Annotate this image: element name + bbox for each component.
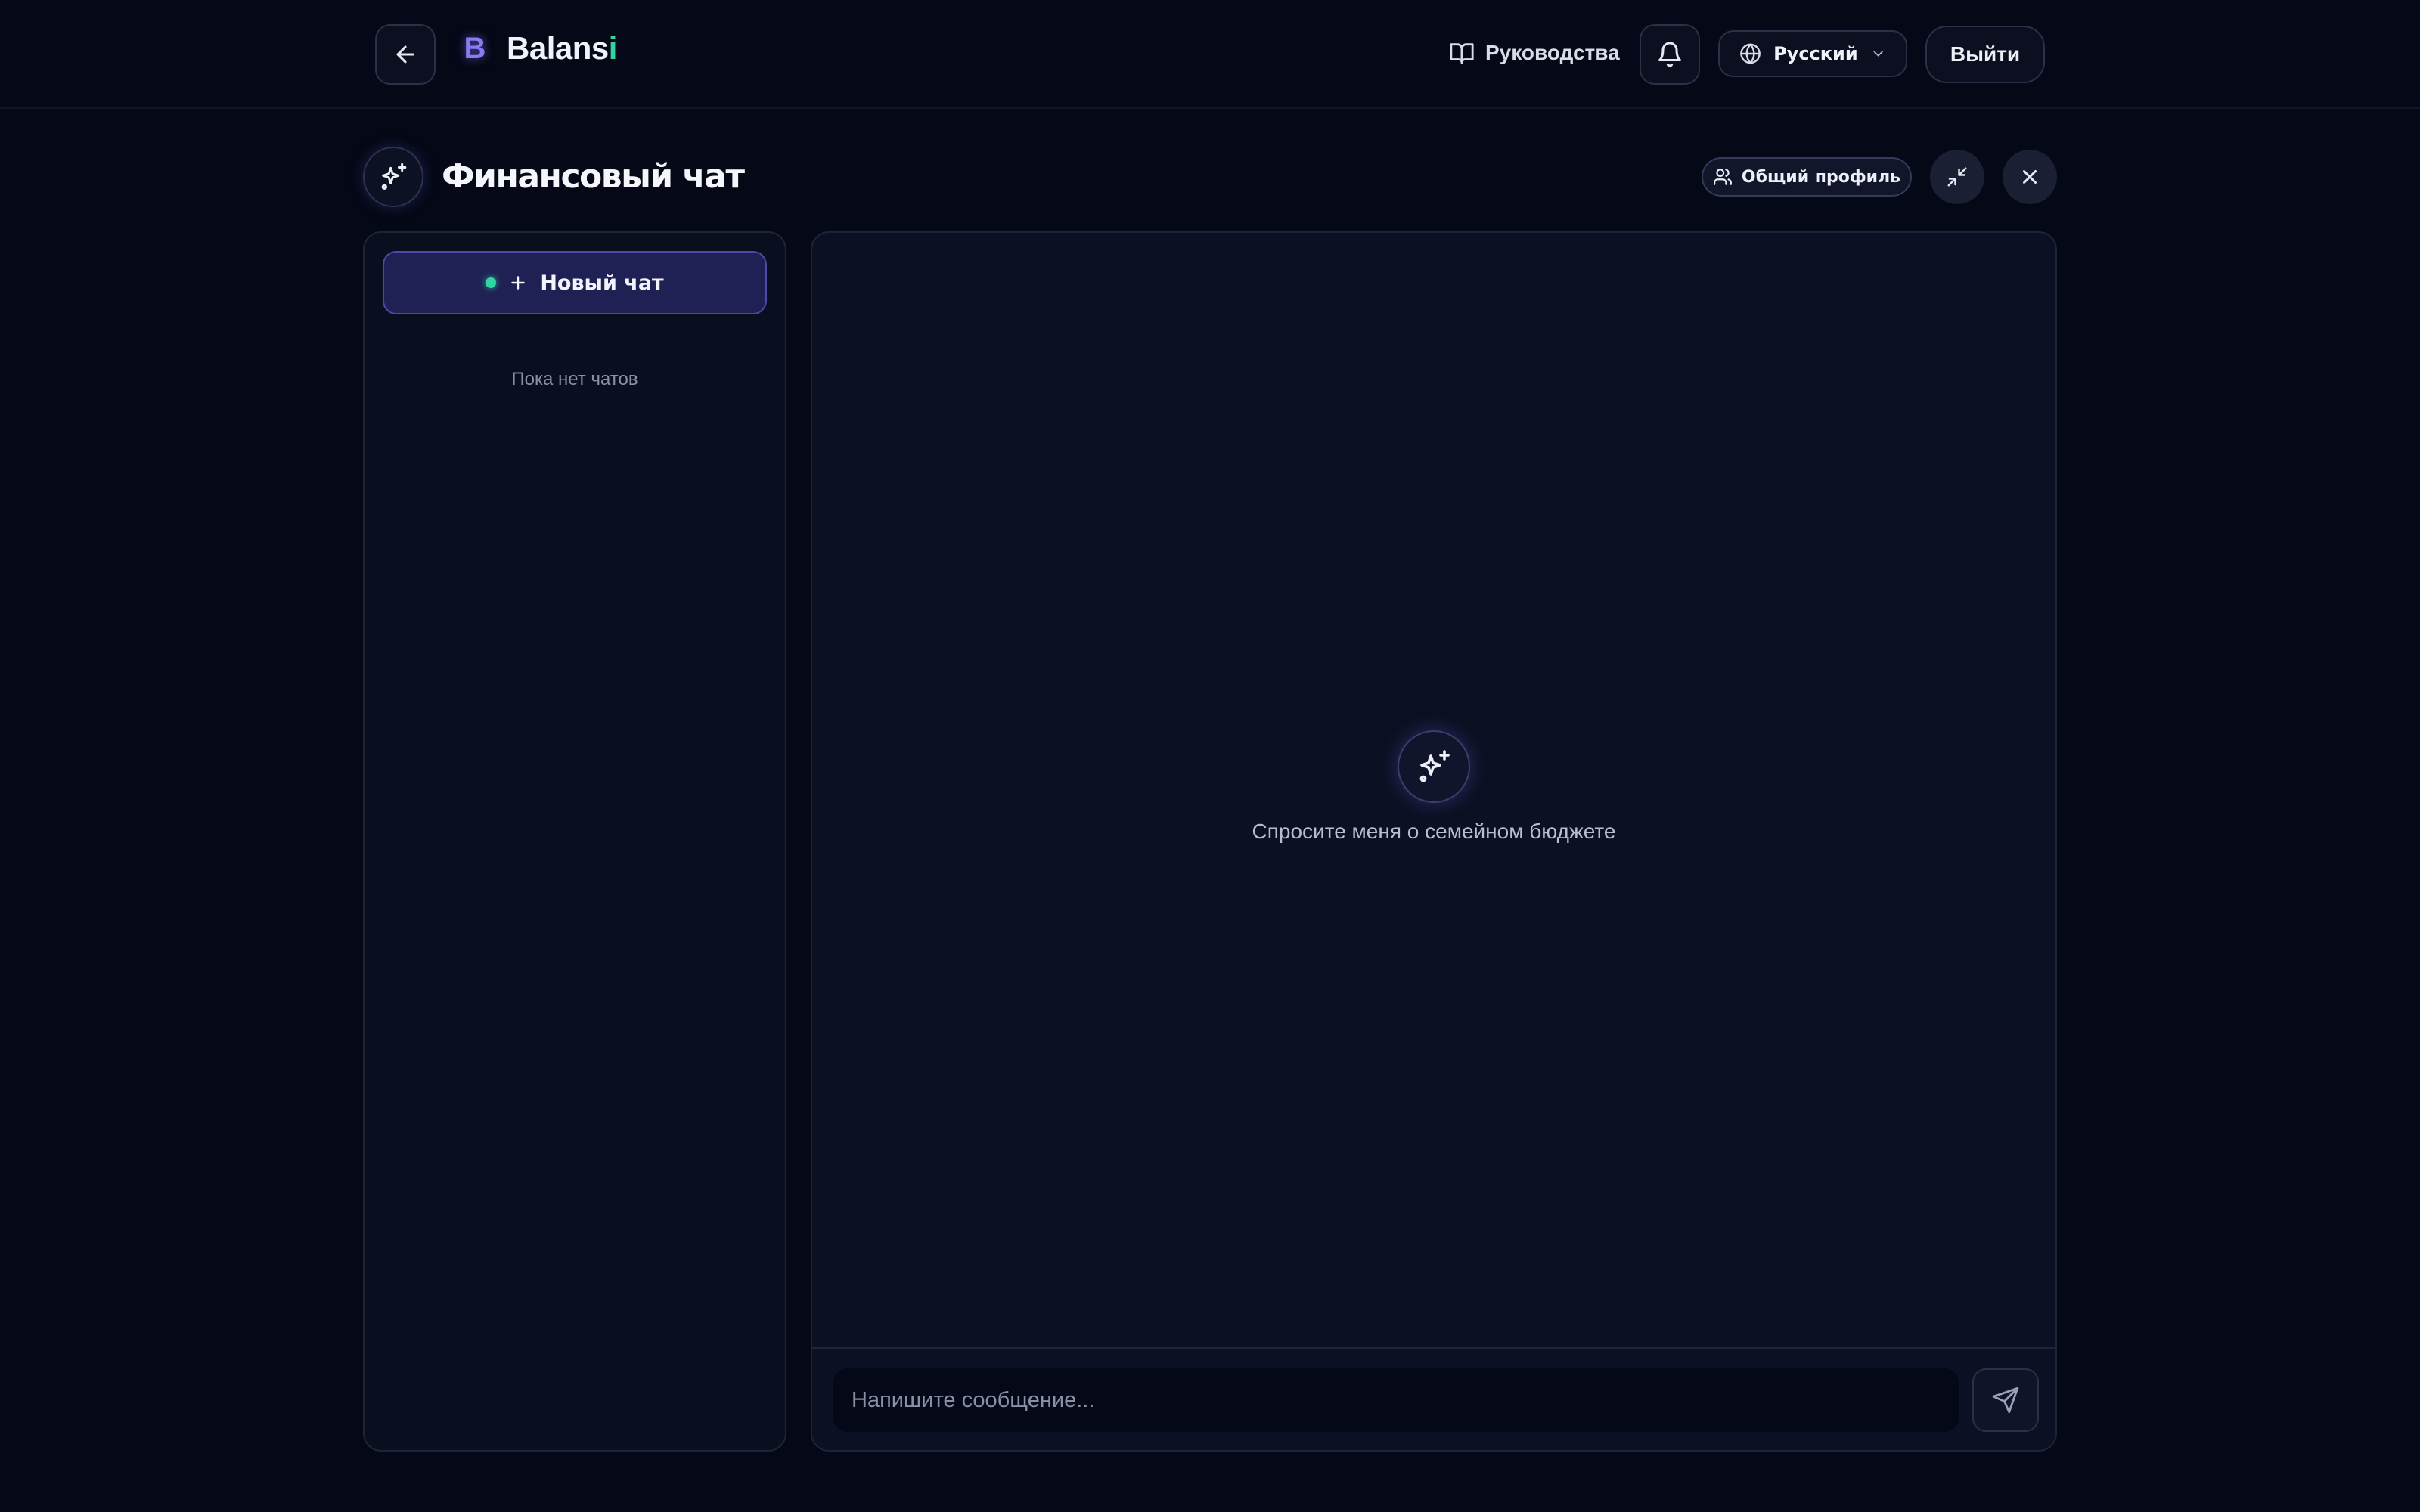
logout-button[interactable]: Выйти xyxy=(1925,26,2045,83)
top-header: B Balansi Руководства Русский Выйти xyxy=(0,0,2420,109)
language-label: Русский xyxy=(1773,43,1858,64)
close-icon xyxy=(2023,170,2037,184)
plus-icon xyxy=(511,276,526,290)
arrow-left-icon xyxy=(396,45,414,64)
online-status-dot xyxy=(486,277,497,288)
app-logo[interactable]: B Balansi xyxy=(458,30,618,67)
empty-state-text: Спросите меня о семейном бюджете xyxy=(1252,820,1616,843)
shared-profile-button[interactable]: Общий профиль xyxy=(1702,157,1912,197)
book-open-icon xyxy=(1450,43,1474,64)
close-button[interactable] xyxy=(2003,150,2057,204)
logo-mark: B xyxy=(464,31,486,65)
chevron-down-icon xyxy=(1873,51,1883,57)
chat-list-sidebar: Новый чат Пока нет чатов xyxy=(363,231,786,1452)
new-chat-label: Новый чат xyxy=(540,271,664,295)
app-page: B Balansi Руководства Русский Выйти Фина… xyxy=(0,0,2420,1512)
empty-state-icon xyxy=(1398,730,1470,803)
sparkles-icon xyxy=(381,163,407,191)
globe-icon xyxy=(1740,43,1761,64)
users-icon xyxy=(1713,169,1732,185)
notifications-button[interactable] xyxy=(1640,24,1700,85)
send-icon xyxy=(1992,1387,2019,1414)
new-chat-button[interactable]: Новый чат xyxy=(383,251,767,314)
guides-label: Руководства xyxy=(1485,41,1620,64)
message-composer xyxy=(812,1347,2055,1450)
page-title: Финансовый чат xyxy=(442,157,745,196)
language-select[interactable]: Русский xyxy=(1718,30,1907,77)
empty-chats-text: Пока нет чатов xyxy=(511,369,638,389)
logo-name-accent: i xyxy=(608,30,618,66)
message-input[interactable] xyxy=(833,1368,1959,1432)
logo-text: Balansi xyxy=(507,30,617,67)
guides-link[interactable]: Руководства xyxy=(1449,35,1620,71)
bell-icon xyxy=(1658,42,1681,67)
send-button[interactable] xyxy=(1972,1368,2039,1432)
back-button[interactable] xyxy=(375,24,436,85)
shared-profile-label: Общий профиль xyxy=(1741,167,1901,187)
minimize-button[interactable] xyxy=(1930,150,1984,204)
sparkles-icon xyxy=(1419,750,1450,782)
chat-title-icon xyxy=(363,147,424,207)
minimize-icon xyxy=(1947,167,1967,187)
logo-name-main: Balans xyxy=(507,30,609,66)
chat-panel: Спросите меня о семейном бюджете xyxy=(811,231,2057,1452)
